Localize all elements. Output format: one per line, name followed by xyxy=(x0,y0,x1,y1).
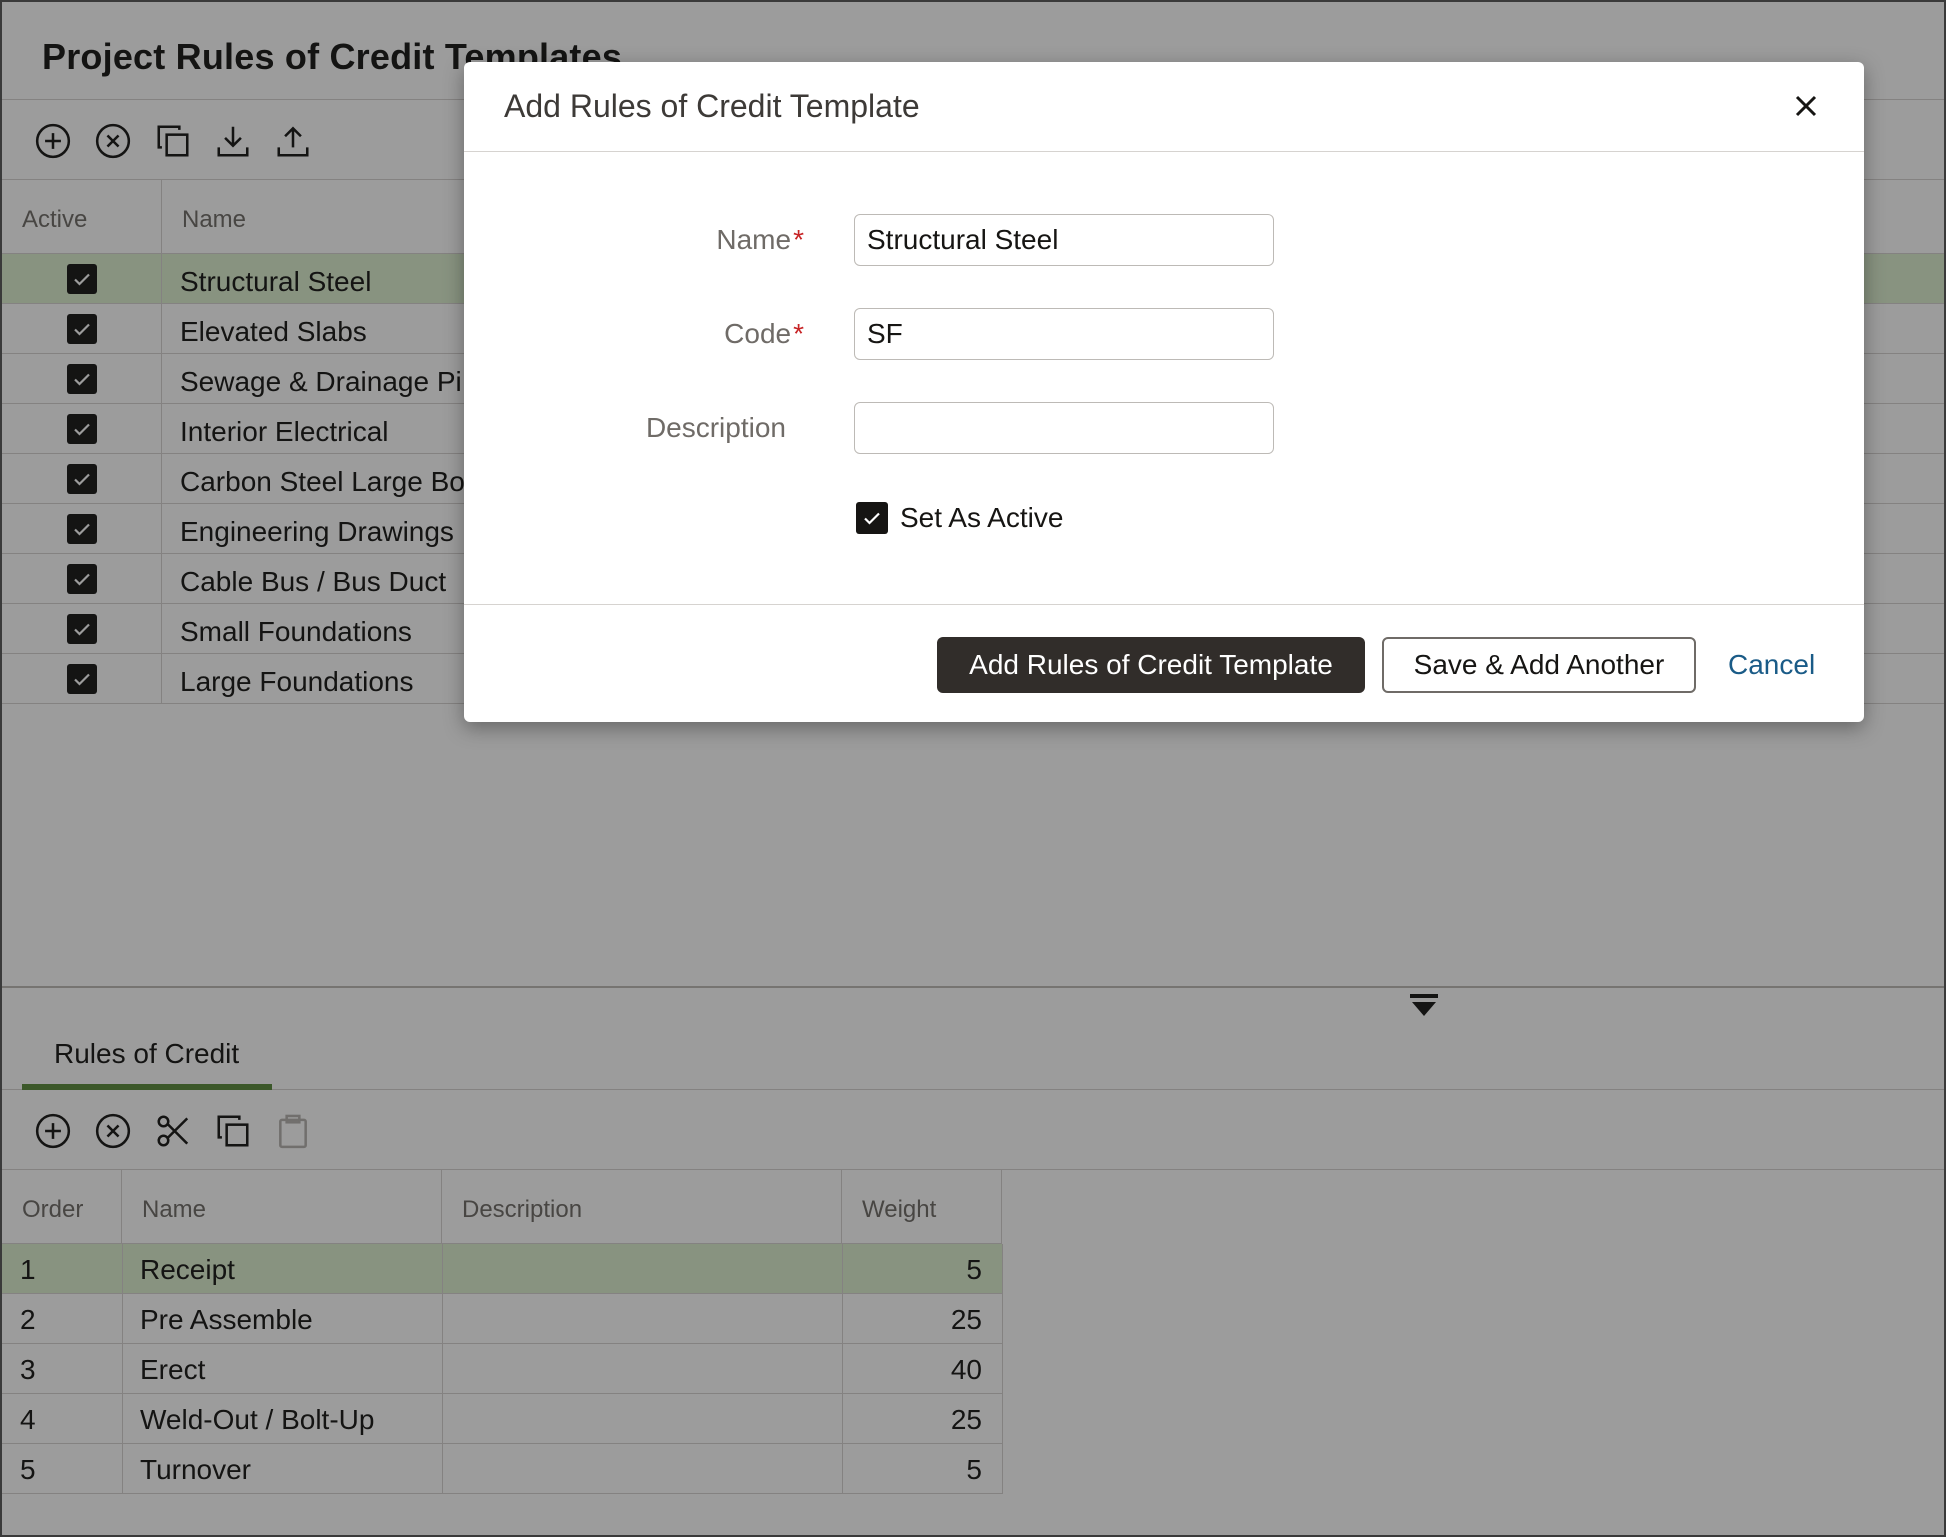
app-window: Project Rules of Credit Templates Active… xyxy=(0,0,1946,1537)
add-template-button[interactable]: Add Rules of Credit Template xyxy=(937,637,1365,693)
save-and-add-another-button[interactable]: Save & Add Another xyxy=(1382,637,1696,693)
cancel-button[interactable]: Cancel xyxy=(1728,649,1815,681)
dialog-title: Add Rules of Credit Template xyxy=(504,88,920,124)
required-indicator: * xyxy=(793,224,804,255)
description-input[interactable] xyxy=(854,402,1274,454)
name-input[interactable] xyxy=(854,214,1274,266)
required-indicator: * xyxy=(793,318,804,349)
name-label: Name* xyxy=(716,224,804,255)
close-icon[interactable] xyxy=(1788,88,1824,124)
dialog-footer: Add Rules of Credit Template Save & Add … xyxy=(464,604,1864,722)
set-active-row[interactable]: Set As Active xyxy=(856,498,1063,538)
code-input[interactable] xyxy=(854,308,1274,360)
dialog-header: Add Rules of Credit Template xyxy=(464,62,1864,152)
description-label: Description xyxy=(645,412,786,443)
set-active-checkbox[interactable] xyxy=(856,502,888,534)
set-active-label: Set As Active xyxy=(900,502,1064,533)
code-field-row: Code* xyxy=(464,308,1864,362)
name-field-row: Name* xyxy=(464,214,1864,268)
code-label: Code* xyxy=(724,318,804,349)
add-template-dialog: Add Rules of Credit Template Name* Code*… xyxy=(464,62,1864,722)
description-field-row: Description xyxy=(464,402,1864,456)
